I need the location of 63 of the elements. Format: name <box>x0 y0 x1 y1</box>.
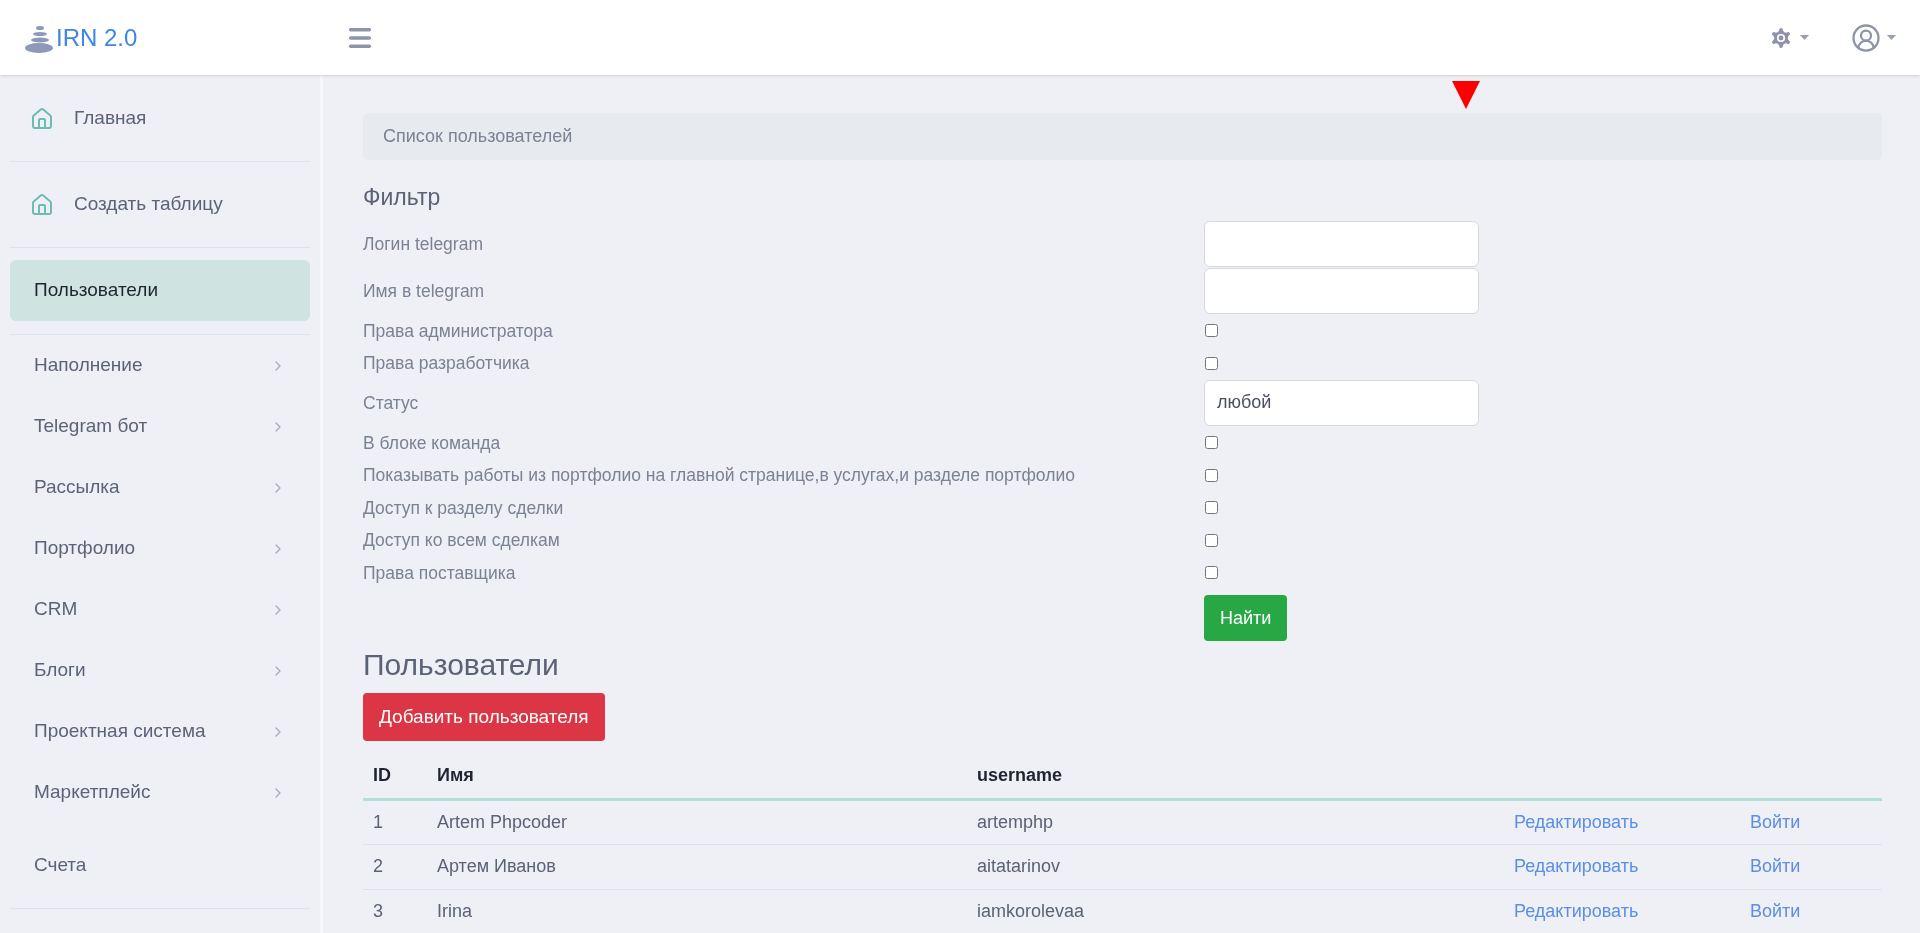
checkbox[interactable] <box>1205 436 1218 450</box>
edit-link[interactable]: Редактировать <box>1514 811 1639 832</box>
id-cell: 2 <box>363 844 437 889</box>
sidebar-item[interactable]: Telegram бот <box>0 396 320 457</box>
breadcrumb-text: Список пользователей <box>383 125 573 148</box>
username-cell: aitatarinov <box>977 844 1514 889</box>
sidebar-item[interactable]: Создать таблицу <box>0 174 320 235</box>
filter-label: Показывать работы из портфолио на главной странице,в услугах,и разделе портфолио <box>363 464 1076 488</box>
edit-link[interactable]: Редактировать <box>1514 856 1639 876</box>
users-heading: Пользователи <box>363 647 560 683</box>
column-header: Имя <box>437 753 977 799</box>
login-link[interactable]: Войти <box>1750 856 1801 876</box>
sidebar-item[interactable]: Главная <box>0 88 320 149</box>
find-button[interactable]: Найти <box>1204 595 1288 641</box>
user-menu-button[interactable] <box>1851 22 1896 53</box>
name-cell: Artem Phpcoder <box>437 799 977 844</box>
caret-icon <box>1800 35 1809 40</box>
home-icon <box>30 192 54 217</box>
sidebar-item[interactable]: CRM <box>0 579 320 640</box>
filter-label: Доступ ко всем сделкам <box>363 529 561 553</box>
username-cell: artemphp <box>977 799 1514 844</box>
sidebar-item[interactable]: Счета <box>0 835 320 896</box>
filter-label: Доступ к разделу сделки <box>363 496 565 520</box>
checkbox[interactable] <box>1205 356 1218 370</box>
sidebar-item[interactable]: Проектная система <box>0 701 320 762</box>
filter-label: Логин telegram <box>363 232 484 256</box>
name-cell: Артем Иванов <box>437 844 977 889</box>
login-link[interactable]: Войти <box>1750 811 1801 832</box>
id-cell: 3 <box>363 889 437 933</box>
checkbox[interactable] <box>1205 324 1218 338</box>
text-field[interactable] <box>1204 267 1479 314</box>
status-select[interactable]: любой <box>1204 379 1479 426</box>
column-header: username <box>977 753 1514 799</box>
filter-label: Права разработчика <box>363 352 531 376</box>
checkbox[interactable] <box>1205 533 1218 547</box>
sidebar-item[interactable]: Маркетплейс <box>0 762 320 823</box>
filter-heading: Фильтр <box>363 183 442 212</box>
logo-text: IRN 2.0 <box>56 22 138 53</box>
username-cell: iamkorolevaa <box>977 889 1514 933</box>
column-header: ID <box>363 753 437 799</box>
sidebar-item[interactable]: Наполнение <box>0 335 320 396</box>
filter-label: Права поставщика <box>363 561 517 585</box>
login-link[interactable]: Войти <box>1750 901 1801 921</box>
filter-label: Статус <box>363 391 420 415</box>
sidebar-item[interactable]: Рассылка <box>0 457 320 518</box>
edit-link[interactable]: Редактировать <box>1514 901 1639 921</box>
add-user-button[interactable]: Добавить пользователя <box>363 693 605 741</box>
sidebar-item[interactable]: Пользователи <box>10 260 310 321</box>
triangle-marker-icon <box>1452 81 1480 109</box>
user-avatar-icon <box>1851 22 1881 53</box>
checkbox[interactable] <box>1205 566 1218 580</box>
home-icon <box>30 106 54 131</box>
caret-icon <box>1887 35 1896 40</box>
sidebar-item[interactable]: Блоги <box>0 640 320 701</box>
id-cell: 1 <box>363 799 437 844</box>
checkbox[interactable] <box>1205 501 1218 515</box>
filter-label: Права администратора <box>363 319 554 343</box>
text-field[interactable] <box>1204 220 1479 267</box>
filter-label: В блоке команда <box>363 431 502 455</box>
filter-label: Имя в telegram <box>363 279 486 303</box>
checkbox[interactable] <box>1205 468 1218 482</box>
name-cell: Irina <box>437 889 977 933</box>
sidebar-item[interactable]: Портфолио <box>0 518 320 579</box>
